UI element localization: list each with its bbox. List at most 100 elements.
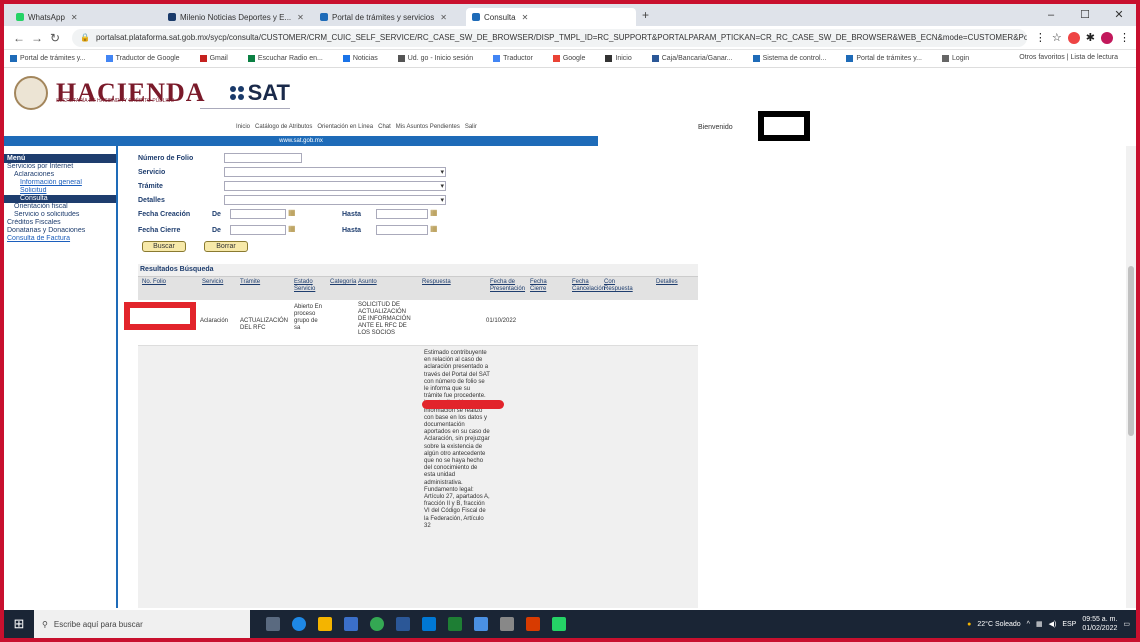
browser-tab[interactable]: WhatsApp ✕ <box>10 8 160 26</box>
column-header[interactable]: Asunto <box>358 279 418 286</box>
column-header[interactable]: Detalles <box>656 279 692 286</box>
menu-icon[interactable]: ⋮ <box>1119 31 1130 44</box>
bookmark-item[interactable]: Noticias <box>342 54 388 62</box>
close-tab-icon[interactable]: ✕ <box>522 13 529 22</box>
tray-chevron-icon[interactable]: ^ <box>1027 621 1030 628</box>
share-icon[interactable]: ⋮ <box>1035 31 1046 44</box>
servicio-select[interactable]: ▾ <box>224 167 446 177</box>
column-header[interactable]: Fecha Cancelación <box>572 279 605 293</box>
star-icon[interactable]: ☆ <box>1052 31 1062 44</box>
bookmark-item[interactable]: Ud. go - Inicio sesión <box>397 54 483 62</box>
topnav-link[interactable]: Mis Asuntos Pendientes <box>396 124 460 130</box>
maximize-button[interactable]: ☐ <box>1068 4 1102 26</box>
calendar-icon[interactable]: ▦ <box>430 208 438 217</box>
fecha-creacion-hasta-input[interactable] <box>376 209 428 219</box>
whatsapp-icon[interactable] <box>552 617 566 631</box>
scrollbar-thumb[interactable] <box>1128 266 1134 436</box>
folio-input[interactable] <box>224 153 302 163</box>
column-header[interactable]: Respuesta <box>422 279 482 286</box>
app-icon[interactable] <box>500 617 514 631</box>
puzzle-icon[interactable]: ✱ <box>1086 31 1095 44</box>
bookmark-item[interactable]: Traductor <box>493 54 543 62</box>
bookmark-item[interactable]: Login <box>942 54 979 62</box>
buscar-button[interactable]: Buscar <box>142 241 186 252</box>
fecha-cierre-de-input[interactable] <box>230 225 286 235</box>
column-header[interactable]: Trámite <box>240 279 290 286</box>
clock[interactable]: 09:55 a. m. 01/02/2022 <box>1082 615 1117 633</box>
bookmark-item[interactable]: Google <box>552 54 596 62</box>
new-tab-button[interactable]: + <box>642 8 649 22</box>
topnav-link[interactable]: Catálogo de Atributos <box>255 124 312 130</box>
fecha-cierre-hasta-input[interactable] <box>376 225 428 235</box>
close-button[interactable]: ✕ <box>1102 4 1136 26</box>
edge-icon[interactable] <box>292 617 306 631</box>
bookmark-item[interactable]: Caja/Bancaria/Ganar... <box>651 54 743 62</box>
menu-item[interactable]: Donatarias y Donaciones <box>4 227 116 235</box>
menu-item[interactable]: Información general <box>4 179 116 187</box>
lang-label[interactable]: ESP <box>1062 621 1076 628</box>
file-explorer-icon[interactable] <box>318 617 332 631</box>
browser-tab[interactable]: Milenio Noticias Deportes y E... ✕ <box>162 8 312 26</box>
task-view-icon[interactable] <box>266 617 280 631</box>
column-header[interactable]: Fecha de Presentación <box>490 279 528 293</box>
menu-item[interactable]: Créditos Fiscales <box>4 219 116 227</box>
column-header[interactable]: Fecha Cierre <box>530 279 560 293</box>
tramite-select[interactable]: ▾ <box>224 181 446 191</box>
topnav-link[interactable]: Chat <box>378 124 391 130</box>
detalles-select[interactable]: ▾ <box>224 195 446 205</box>
powerpoint-icon[interactable] <box>526 617 540 631</box>
sat-logo[interactable]: SAT <box>229 80 290 106</box>
fecha-creacion-de-input[interactable] <box>230 209 286 219</box>
excel-icon[interactable] <box>448 617 462 631</box>
weather-text[interactable]: 22°C Soleado <box>977 621 1020 628</box>
menu-item[interactable]: Aclaraciones <box>4 171 116 179</box>
table-row[interactable]: Aclaración ACTUALIZACIÓN DEL RFC Abierto… <box>138 300 698 346</box>
close-tab-icon[interactable]: ✕ <box>71 13 78 22</box>
bookmark-item[interactable]: Portal de trámites y... <box>846 54 932 62</box>
menu-item[interactable]: Servicio o solicitudes <box>4 211 116 219</box>
close-tab-icon[interactable]: ✕ <box>297 13 304 22</box>
bookmarks-right[interactable]: Otros favoritos | Lista de lectura <box>1019 54 1118 61</box>
column-header[interactable]: Servicio <box>202 279 236 286</box>
calendar-icon[interactable]: ▦ <box>288 208 296 217</box>
browser-tab[interactable]: Portal de trámites y servicios ✕ <box>314 8 464 26</box>
minimize-button[interactable]: – <box>1034 4 1068 26</box>
windows-start-icon[interactable]: ⊞ <box>4 610 34 638</box>
column-header[interactable]: Estado Servicio <box>294 279 328 293</box>
bookmark-item[interactable]: Portal de trámites y... <box>10 54 96 62</box>
reload-icon[interactable]: ↻ <box>46 31 64 45</box>
profile-avatar[interactable] <box>1101 31 1113 44</box>
browser-tab[interactable]: Consulta ✕ <box>466 8 636 26</box>
menu-item[interactable]: Servicios por Internet <box>4 163 116 171</box>
store-icon[interactable] <box>344 617 358 631</box>
notifications-icon[interactable]: ▭ <box>1123 620 1130 628</box>
column-header[interactable]: Categoría <box>330 279 358 286</box>
menu-item[interactable]: Consulta <box>4 195 116 203</box>
app-icon[interactable] <box>422 617 436 631</box>
forward-icon[interactable]: → <box>28 31 46 45</box>
back-icon[interactable]: ← <box>10 31 28 45</box>
chrome-icon[interactable] <box>370 617 384 631</box>
calendar-icon[interactable]: ▦ <box>288 224 296 233</box>
volume-icon[interactable]: ◀) <box>1049 620 1057 628</box>
column-header[interactable]: No. Folio <box>142 279 192 286</box>
url-input[interactable]: 🔒 portalsat.plataforma.sat.gob.mx/sycp/c… <box>72 28 1027 47</box>
topnav-link[interactable]: Orientación en Línea <box>317 124 373 130</box>
bookmark-item[interactable]: Sistema de control... <box>752 54 837 62</box>
topnav-link[interactable]: Salir <box>465 124 477 130</box>
bookmark-item[interactable]: Traductor de Google <box>105 54 190 62</box>
bookmark-item[interactable]: Inicio <box>605 54 641 62</box>
menu-item[interactable]: Solicitud <box>4 187 116 195</box>
mail-icon[interactable] <box>474 617 488 631</box>
taskbar-search[interactable]: ⚲ Escribe aquí para buscar <box>34 610 250 638</box>
close-tab-icon[interactable]: ✕ <box>440 13 447 22</box>
menu-collapse[interactable] <box>4 146 116 154</box>
borrar-button[interactable]: Borrar <box>204 241 248 252</box>
page-scrollbar[interactable] <box>1126 146 1136 608</box>
network-icon[interactable]: ▦ <box>1036 620 1043 628</box>
column-header[interactable]: Con Respuesta <box>604 279 644 293</box>
weather-icon[interactable]: ● <box>967 621 971 628</box>
topnav-link[interactable]: Inicio <box>236 124 250 130</box>
extension-icon[interactable] <box>1067 31 1080 44</box>
bookmark-item[interactable]: Gmail <box>199 54 238 62</box>
